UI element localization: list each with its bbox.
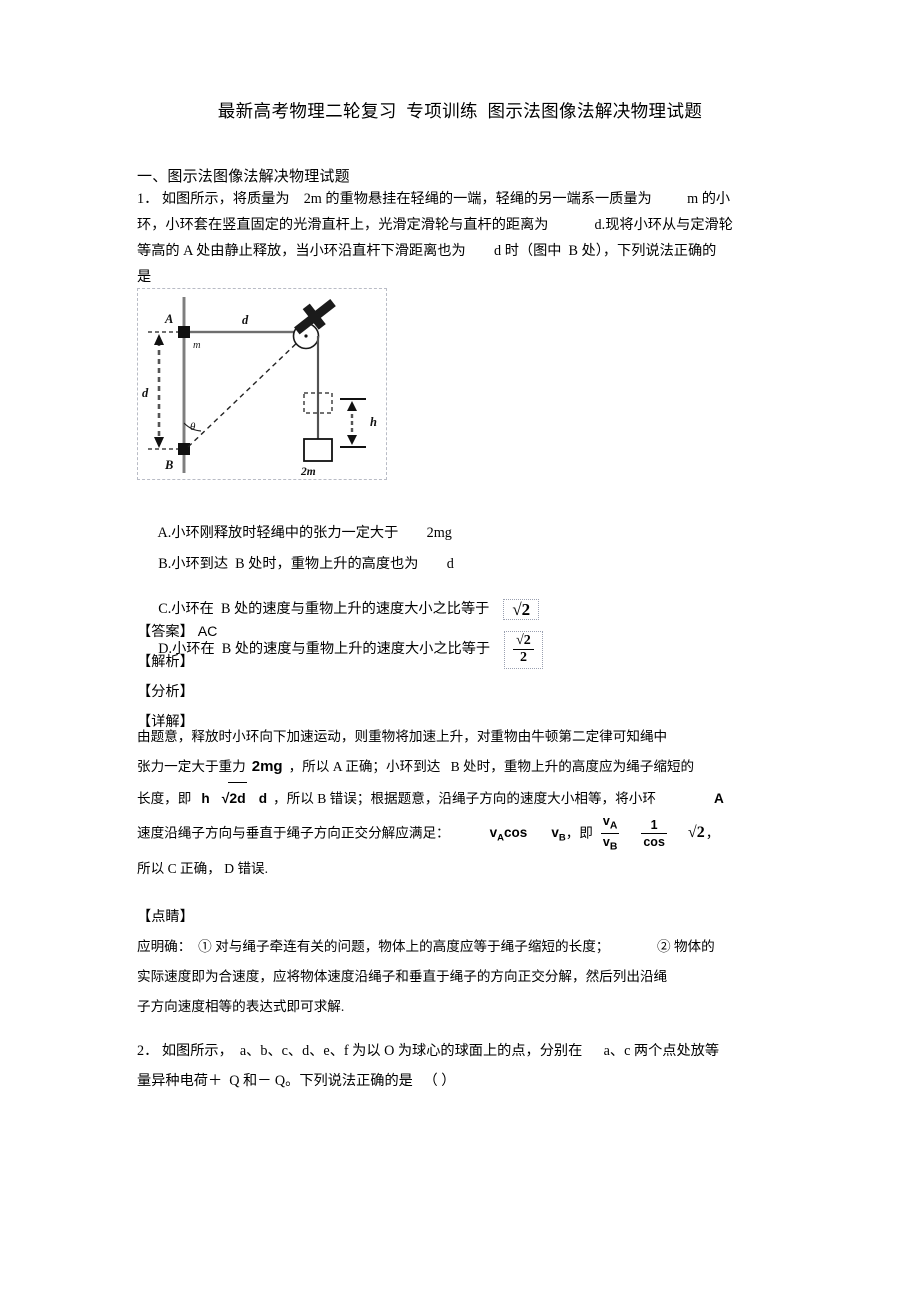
answer-row: 【答案】 AC xyxy=(137,617,785,647)
fenxi-label: 【分析】 xyxy=(137,684,194,700)
answer-label: 【答案】 xyxy=(137,624,194,640)
dianjing-label: 【点睛】 xyxy=(137,909,194,925)
detail-sqrt-2d: √2d xyxy=(222,782,247,813)
detail-line-4-comma: ， xyxy=(705,825,720,841)
detail-line-4: 速度沿绳子方向与垂直于绳子方向正交分解应满足： vAcos vB，即 vA vB 1 cos… xyxy=(137,814,792,854)
option-B[interactable]: B.小环到达 B 处时，重物上升的高度也为 d xyxy=(137,518,785,572)
figure-label-d-vertical: d xyxy=(142,386,149,400)
figure-label-2m: 2m xyxy=(300,466,316,478)
question-2-line-1: 2． 如图所示， a、b、c、d、e、f 为以 O 为球心的球面上的点，分别在 … xyxy=(137,1043,720,1059)
question-1-figure: A B m d d h θ 2m xyxy=(137,288,387,480)
answer-value: AC xyxy=(197,624,218,640)
dianjing-section: 【点睛】 应明确： ① 对与绳子牵连有关的问题，物体上的高度应等于绳子缩短的长度… xyxy=(137,902,792,1022)
question-1-stem: 1． 如图所示，将质量为 2m 的重物悬挂在轻绳的一端，轻绳的另一端系一质量为 … xyxy=(137,186,785,290)
detail-va-over-vb: vA vB xyxy=(600,814,620,854)
detail-one-over-cos: 1 cos xyxy=(641,818,667,850)
question-1-options: A.小环刚释放时轻绳中的张力一定大于 2mg B.小环到达 B 处时，重物上升的… xyxy=(137,487,785,669)
detail-frac2-den: cos xyxy=(643,835,665,850)
dianjing-line-3: 子方向速度相等的表达式即可求解. xyxy=(137,999,345,1014)
detail-line-4-a: 速度沿绳子方向与垂直于绳子方向正交分解应满足： xyxy=(137,825,450,841)
detail-line-2: 张力一定大于重力 2mg ，所以 A 正确；小环到达 B 处时，重物上升的高度应为绳… xyxy=(137,752,792,782)
question-1-line-3: 等高的 A 处由静止释放，当小环沿直杆下滑距离也为 d 时（图中 B 处），下列… xyxy=(137,243,717,259)
figure-label-theta: θ xyxy=(190,421,196,433)
dianjing-line-1: 应明确： ① 对与绳子牵连有关的问题，物体上的高度应等于绳子缩短的长度； ② 物… xyxy=(137,939,715,954)
dianjing-line-2: 实际速度即为合速度，应将物体速度沿绳子和垂直于绳子的方向正交分解，然后列出沿绳 xyxy=(137,969,668,984)
detail-d: d xyxy=(258,791,268,806)
question-1-line-2: 环，小环套在竖直固定的光滑直杆上，光滑定滑轮与直杆的距离为 d.现将小环从与定滑… xyxy=(137,217,733,233)
figure-label-h: h xyxy=(370,415,377,429)
detail-line-1: 由题意，释放时小环向下加速运动，则重物将加速上升，对重物由牛顿第二定律可知绳中 xyxy=(137,729,668,744)
detail-vb: vB xyxy=(551,825,566,845)
detail-frac-den: vB xyxy=(602,835,618,853)
figure-label-m: m xyxy=(193,340,201,351)
figure-label-d-horizontal: d xyxy=(242,313,249,327)
detail-line-3: 长度，即 h √2d d ，所以 B 错误；根据题意，沿绳子方向的速度大小相等，将小环 A xyxy=(137,782,792,814)
page-title: 最新高考物理二轮复习 专项训练 图示法图像法解决物理试题 xyxy=(217,101,703,121)
document-page: 最新高考物理二轮复习 专项训练 图示法图像法解决物理试题 一、图示法图像法解决物… xyxy=(0,0,920,1303)
question-2-stem: 2． 如图所示， a、b、c、d、e、f 为以 O 为球心的球面上的点，分别在 … xyxy=(137,1036,792,1096)
option-A[interactable]: A.小环刚释放时轻绳中的张力一定大于 2mg xyxy=(137,487,785,541)
detail-line-2-c: ，所以 A 正确；小环到达 B 处时，重物上升的高度应为绳子缩短的 xyxy=(288,759,695,774)
detail-line-3-a: 长度，即 xyxy=(137,791,192,806)
figure-label-B: B xyxy=(164,458,173,472)
detail-line-4-b: ，即 xyxy=(565,825,593,841)
detail-frac-num: vA xyxy=(600,814,620,835)
analysis-label: 【解析】 xyxy=(137,654,194,670)
answer-section: 【答案】 AC 【解析】 【分析】 【详解】 xyxy=(137,617,785,737)
detail-line-5: 所以 C 正确， D 错误. xyxy=(137,861,269,877)
question-1-line-4: 是 xyxy=(137,269,152,285)
section-heading: 一、图示法图像法解决物理试题 xyxy=(137,169,350,185)
detail-h: h xyxy=(201,791,210,806)
detailed-explanation: 由题意，释放时小环向下加速运动，则重物将加速上升，对重物由牛顿第二定律可知绳中 … xyxy=(137,722,792,884)
detail-line-2-a: 张力一定大于重力 xyxy=(137,759,246,774)
detail-va-cos: vAcos xyxy=(489,825,528,845)
detail-line-3-b: ，所以 B 错误；根据题意，沿绳子方向的速度大小相等，将小环 xyxy=(273,791,656,806)
detail-frac2-num: 1 xyxy=(641,818,667,835)
detail-A: A xyxy=(713,791,724,806)
detail-sqrt2: √2 xyxy=(687,824,705,842)
detail-sqrt-radicand: 2d xyxy=(228,782,247,813)
question-1-line-1: 1． 如图所示，将质量为 2m 的重物悬挂在轻绳的一端，轻绳的另一端系一质量为 … xyxy=(137,191,731,207)
pulley-rod-diagram: A B m d d h θ 2m xyxy=(142,297,377,478)
figure-label-A: A xyxy=(164,312,173,326)
detail-2mg: 2mg xyxy=(251,758,283,775)
option-C[interactable]: C.小环在 B 处的速度与重物上升的速度大小之比等于 √2 xyxy=(137,549,785,621)
question-2-line-2: 量异种电荷＋ Q 和－ Q。下列说法正确的是 （ ） xyxy=(137,1073,456,1089)
